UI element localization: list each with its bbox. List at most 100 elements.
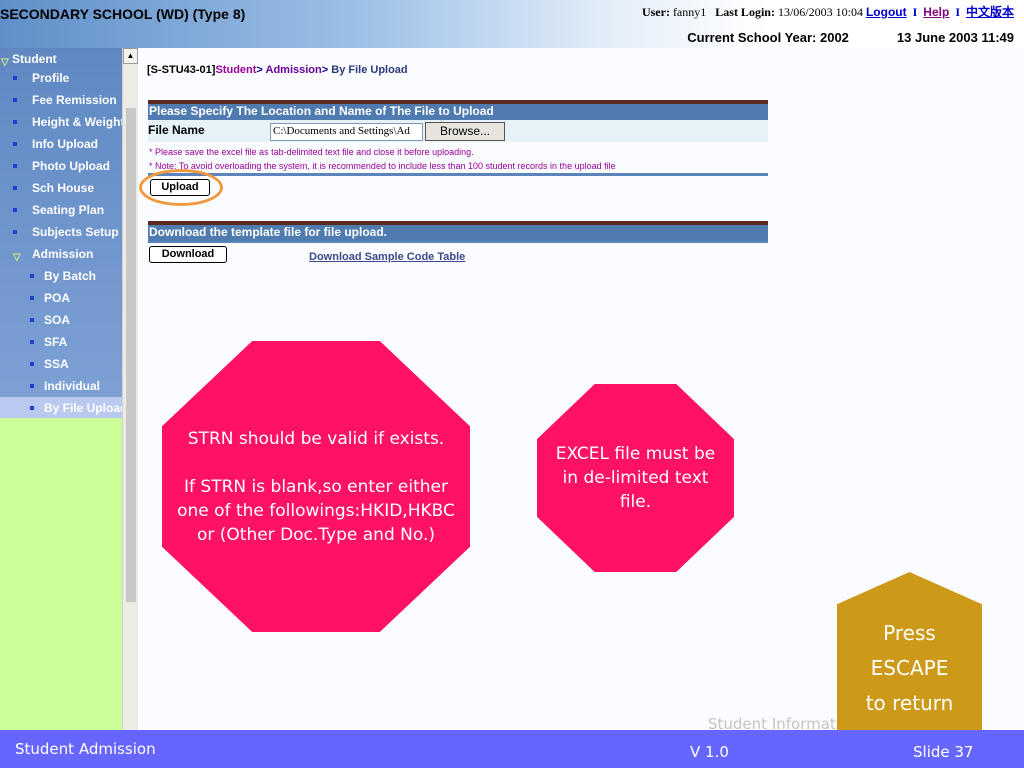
strn-callout-line-2: If STRN is blank,so enter either one of … (177, 476, 455, 545)
expand-triangle-icon: ▽ (13, 252, 21, 263)
file-name-label: File Name (148, 123, 205, 137)
sidebar-item-by-batch[interactable]: By Batch (0, 265, 122, 287)
bullet-icon (13, 98, 17, 102)
sidebar-item-label: Sch House (32, 181, 95, 195)
user-info-bar: User: fanny1 Last Login: 13/06/2003 10:0… (642, 3, 1014, 20)
breadcrumb-admission-link[interactable]: Admission (266, 64, 322, 76)
upload-button-highlight-circle (139, 169, 223, 206)
sidebar-item-soa[interactable]: SOA (0, 309, 122, 331)
sidebar-item-label: SSA (44, 357, 69, 371)
sidebar-item-label: POA (44, 291, 71, 305)
sidebar-item-label: By Batch (44, 269, 97, 283)
bullet-icon (30, 340, 34, 344)
logout-link[interactable]: Logout (866, 5, 907, 19)
download-sample-code-table-link[interactable]: Download Sample Code Table (309, 251, 465, 263)
bullet-icon (13, 142, 17, 146)
last-login-label: Last Login: (715, 5, 775, 19)
sidebar-item-sch-house[interactable]: Sch House (0, 177, 122, 199)
scroll-up-arrow-icon[interactable]: ▲ (123, 48, 138, 64)
sidebar-item-label: Height & Weight (32, 115, 122, 129)
sidebar-item-poa[interactable]: POA (0, 287, 122, 309)
escape-line-2: ESCAPE (870, 656, 949, 680)
strn-callout-line-1: STRN should be valid if exists. (187, 428, 445, 449)
escape-return-text: Press ESCAPE to return (837, 616, 982, 721)
breadcrumb-student-link[interactable]: Student (215, 64, 256, 76)
sidebar-item-label: Subjects Setup (32, 225, 119, 239)
strn-stop-sign-callout: STRN should be valid if exists. If STRN … (162, 341, 470, 632)
file-path-input[interactable]: C:\Documents and Settings\Ad (270, 123, 423, 141)
bullet-icon (30, 296, 34, 300)
bullet-icon (13, 230, 17, 234)
sidebar-item-by-file-upload[interactable]: By File Upload (0, 397, 122, 419)
bullet-icon (13, 186, 17, 190)
bullet-icon (13, 120, 17, 124)
sidebar-item-label: Admission (32, 247, 94, 261)
sidebar-filler (0, 418, 122, 730)
page-code: [S-STU43-01] (147, 64, 216, 76)
chinese-version-link[interactable]: 中文版本 (966, 5, 1014, 19)
header-separator: I (955, 5, 960, 19)
last-login-value: 13/06/2003 10:04 (777, 5, 863, 19)
sidebar-item-sfa[interactable]: SFA (0, 331, 122, 353)
user-name: fanny1 (672, 5, 707, 19)
sidebar-item-admission[interactable]: ▽ Admission (0, 243, 122, 265)
breadcrumb: [S-STU43-01]Student> Admission> By File … (147, 64, 408, 76)
sidebar-item-ssa[interactable]: SSA (0, 353, 122, 375)
sidebar-item-label: Individual (44, 379, 101, 393)
breadcrumb-arrow: > (256, 64, 263, 76)
header-separator: I (912, 5, 918, 19)
slide-footer: Student Admission V 1.0 Slide 37 (0, 730, 1024, 768)
current-school-year: Current School Year: 2002 (687, 30, 849, 45)
footer-slide-number: Slide 37 (913, 743, 974, 761)
section-divider (148, 173, 768, 176)
bullet-icon (30, 362, 34, 366)
breadcrumb-current: By File Upload (331, 64, 408, 76)
sidebar-item-label: SOA (44, 313, 71, 327)
footer-title: Student Admission (15, 740, 156, 758)
bullet-icon (30, 384, 34, 388)
sidebar-item-fee-remission[interactable]: Fee Remission (0, 89, 122, 111)
bullet-icon (30, 318, 34, 322)
upload-section-title: Please Specify The Location and Name of … (148, 100, 768, 120)
sidebar-item-label: Info Upload (32, 137, 98, 151)
scroll-thumb[interactable] (126, 108, 136, 602)
section-divider (148, 241, 768, 243)
sidebar-item-label: SFA (44, 335, 68, 349)
bullet-icon (30, 406, 34, 410)
download-button[interactable]: Download (149, 246, 227, 263)
sidebar-item-label: Profile (32, 71, 70, 85)
file-upload-row: File Name C:\Documents and Settings\Ad B… (148, 120, 768, 142)
bullet-icon (13, 164, 17, 168)
sidebar-item-height-weight[interactable]: Height & Weight (0, 111, 122, 133)
excel-callout-text: EXCEL file must be in de-limited text fi… (555, 444, 716, 512)
sidebar-item-subjects-setup[interactable]: Subjects Setup (0, 221, 122, 243)
escape-line-3: to return (865, 691, 954, 715)
download-section-title: Download the template file for file uplo… (148, 221, 768, 241)
excel-stop-sign-callout: EXCEL file must be in de-limited text fi… (537, 384, 734, 572)
upload-note-tab-delimited: * Please save the excel file as tab-deli… (149, 147, 474, 157)
sidebar-item-label: Photo Upload (32, 159, 110, 173)
bullet-icon (13, 208, 17, 212)
sidebar-item-label: Fee Remission (32, 93, 117, 107)
sidebar-item-label: By File Upload (44, 401, 122, 415)
sidebar-item-photo-upload[interactable]: Photo Upload (0, 155, 122, 177)
help-link[interactable]: Help (923, 5, 949, 19)
sidebar-item-profile[interactable]: Profile (0, 67, 122, 89)
app-header: SECONDARY SCHOOL (WD) (Type 8) User: fan… (0, 0, 1024, 48)
sidebar-item-info-upload[interactable]: Info Upload (0, 133, 122, 155)
sidebar-menu: ▽ Student Profile Fee Remission Height &… (0, 48, 122, 419)
browse-button[interactable]: Browse... (425, 122, 505, 141)
bullet-icon (13, 76, 17, 80)
bullet-icon (30, 274, 34, 278)
sidebar-item-individual[interactable]: Individual (0, 375, 122, 397)
current-datetime: 13 June 2003 11:49 (896, 30, 1014, 45)
upload-note-record-limit: * Note: To avoid overloading the system,… (149, 161, 616, 171)
sidebar-item-seating-plan[interactable]: Seating Plan (0, 199, 122, 221)
sidebar-item-label: Seating Plan (32, 203, 105, 217)
escape-line-1: Press (883, 621, 936, 645)
sidebar-scrollbar[interactable]: ▲ (122, 48, 138, 730)
school-title: SECONDARY SCHOOL (WD) (Type 8) (0, 6, 246, 22)
school-year-bar: Current School Year: 2002 13 June 2003 11… (687, 30, 1014, 45)
sidebar: ▽ Student Profile Fee Remission Height &… (0, 48, 122, 730)
footer-version: V 1.0 (690, 743, 729, 761)
